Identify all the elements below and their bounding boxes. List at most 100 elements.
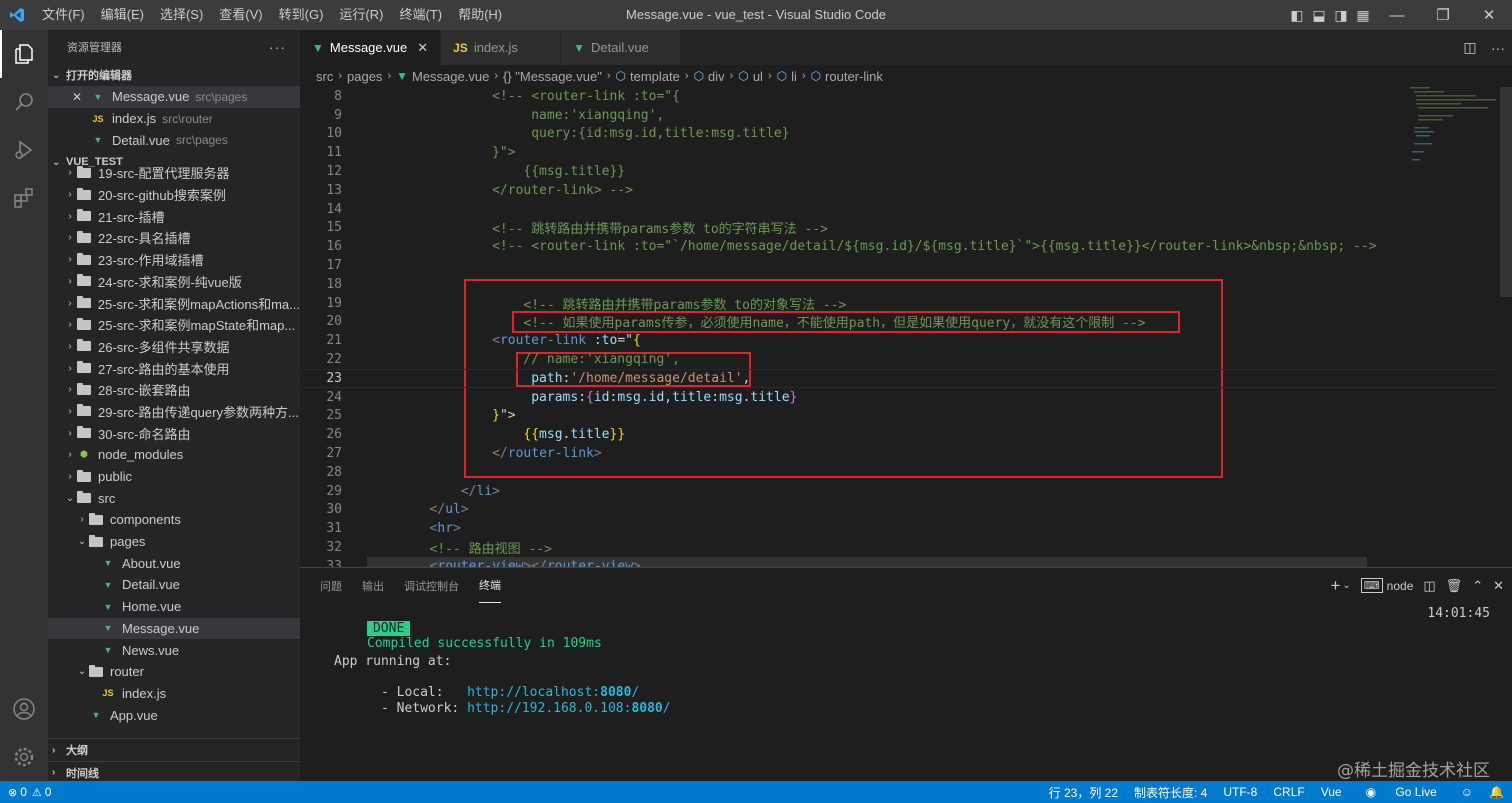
close-tab-icon[interactable]: ✕	[417, 40, 428, 56]
code-line[interactable]: 29 </li>	[300, 482, 1500, 501]
tree-item[interactable]: ▼ Message.vue	[48, 617, 300, 640]
tree-item[interactable]: › 24-src-求和案例-纯vue版	[48, 271, 300, 293]
code-line[interactable]: 28	[300, 463, 1500, 482]
feedback-icon[interactable]: ☺	[1461, 785, 1473, 799]
accounts-icon[interactable]	[0, 685, 48, 733]
menu-item-7[interactable]: 帮助(H)	[450, 0, 510, 30]
breadcrumb-item[interactable]: ul	[753, 69, 763, 84]
maximize-panel-icon[interactable]: ⌃	[1472, 578, 1483, 594]
code-line[interactable]: 25}">	[300, 407, 1500, 426]
chevron-down-icon[interactable]: ⌄	[1342, 580, 1350, 591]
tree-item[interactable]: ⌄ router	[48, 661, 300, 683]
breadcrumb-item[interactable]: template	[630, 69, 680, 84]
panel-tab-1[interactable]: 输出	[362, 568, 384, 603]
toggle-sidebar-icon[interactable]: ◧	[1286, 0, 1308, 30]
code-line[interactable]: 10 query:{id:msg.id,title:msg.title}	[300, 125, 1500, 144]
network-url[interactable]: http://192.168.0.108:	[467, 701, 631, 716]
split-terminal-icon[interactable]: ◫	[1423, 578, 1435, 594]
tree-item[interactable]: JSmain.js	[48, 726, 300, 729]
tab-message-vue[interactable]: ▼ Message.vue ✕	[300, 30, 442, 65]
tree-item[interactable]: › 23-src-作用域插槽	[48, 249, 300, 271]
more-actions-icon[interactable]: ···	[269, 39, 286, 55]
menu-item-6[interactable]: 终端(T)	[391, 0, 450, 30]
timeline-header[interactable]: › 时间线	[48, 761, 300, 781]
language-mode[interactable]: Vue	[1321, 785, 1342, 799]
breadcrumb-item[interactable]: pages	[347, 69, 382, 84]
go-live-button[interactable]: ◉ Go Live	[1358, 785, 1445, 799]
toggle-panel-icon[interactable]: ⬓	[1308, 0, 1330, 30]
tree-item[interactable]: ▼ News.vue	[48, 639, 300, 661]
breadcrumb-item[interactable]: {} "Message.vue"	[503, 69, 602, 84]
tree-item[interactable]: › 30-src-命名路由	[48, 422, 300, 444]
panel-tab-3[interactable]: 终端	[479, 568, 501, 603]
tree-item[interactable]: › ⬢ node_modules	[48, 444, 300, 466]
notifications-bell-icon[interactable]: 🔔	[1489, 785, 1504, 799]
search-icon[interactable]	[0, 78, 48, 126]
code-line[interactable]: 23 path:'/home/message/detail',	[300, 369, 1500, 388]
network-port[interactable]: 8080	[631, 701, 662, 716]
menu-item-4[interactable]: 转到(G)	[271, 0, 332, 30]
encoding[interactable]: UTF-8	[1223, 785, 1257, 799]
more-actions-icon[interactable]: ···	[1484, 40, 1512, 56]
restore-button[interactable]: ❐	[1420, 0, 1466, 30]
menu-item-2[interactable]: 选择(S)	[152, 0, 211, 30]
eol[interactable]: CRLF	[1273, 785, 1304, 799]
outline-header[interactable]: › 大纲	[48, 739, 300, 761]
menu-item-1[interactable]: 编辑(E)	[93, 0, 152, 30]
close-icon[interactable]: ✕	[72, 90, 90, 104]
code-line[interactable]: 15 <!-- 跳转路由并携带params参数 to的字符串写法 -->	[300, 219, 1500, 237]
open-editor-item[interactable]: ▼ Detail.vue src\pages	[48, 129, 300, 151]
menu-item-3[interactable]: 查看(V)	[211, 0, 270, 30]
code-line[interactable]: 13 </router-link> -->	[300, 181, 1500, 200]
tree-item[interactable]: › 20-src-github搜索案例	[48, 184, 300, 206]
tree-item[interactable]: › 21-src-插槽	[48, 205, 300, 227]
customize-layout-icon[interactable]: ▦	[1352, 0, 1374, 30]
tree-item[interactable]: JS index.js	[48, 683, 300, 705]
code-line[interactable]: 21 <router-link :to="{	[300, 331, 1500, 350]
panel-tab-0[interactable]: 问题	[320, 568, 342, 603]
breadcrumb-item[interactable]: Message.vue	[412, 69, 489, 84]
tree-item[interactable]: › 29-src-路由传递query参数两种方...	[48, 401, 300, 423]
code-line[interactable]: 22 // name:'xiangqing',	[300, 350, 1500, 369]
code-line[interactable]: 17	[300, 256, 1500, 275]
minimize-button[interactable]: —	[1374, 0, 1420, 30]
code-line[interactable]: 24 params:{id:msg.id,title:msg.title}	[300, 388, 1500, 407]
menu-item-5[interactable]: 运行(R)	[331, 0, 391, 30]
settings-gear-icon[interactable]	[0, 733, 48, 781]
code-line[interactable]: 33 <router-view></router-view>	[300, 557, 1500, 567]
tree-item[interactable]: › 25-src-求和案例mapActions和ma...	[48, 292, 300, 314]
tab-size[interactable]: 制表符长度: 4	[1134, 784, 1207, 801]
code-line[interactable]: 26 {{msg.title}}	[300, 425, 1500, 444]
problems-status[interactable]: ⊗ 0 ⚠ 0	[0, 785, 51, 799]
breadcrumb-item[interactable]: src	[316, 69, 333, 84]
tree-item[interactable]: ▼ About.vue	[48, 552, 300, 574]
tree-item[interactable]: › 25-src-求和案例mapState和map...	[48, 314, 300, 336]
code-line[interactable]: 14	[300, 200, 1500, 219]
breadcrumb-item[interactable]: li	[791, 69, 797, 84]
tree-item[interactable]: › public	[48, 466, 300, 488]
code-line[interactable]: 8 <!-- <router-link :to="{	[300, 87, 1500, 106]
extensions-icon[interactable]	[0, 174, 48, 222]
tree-item[interactable]: › components	[48, 509, 300, 531]
shell-name[interactable]: node	[1387, 579, 1414, 593]
tree-item[interactable]: › 26-src-多组件共享数据	[48, 336, 300, 358]
trash-icon[interactable]: 🗑	[1446, 578, 1463, 594]
cursor-position[interactable]: 行 23，列 22	[1049, 784, 1118, 801]
breadcrumb-item[interactable]: router-link	[825, 69, 883, 84]
vertical-scrollbar[interactable]	[1500, 87, 1512, 297]
new-terminal-icon[interactable]: +	[1330, 576, 1340, 596]
code-line[interactable]: 19 <!-- 跳转路由并携带params参数 to的对象写法 -->	[300, 294, 1500, 313]
code-line[interactable]: 31 <hr>	[300, 519, 1500, 538]
code-line[interactable]: 27 </router-link>	[300, 444, 1500, 463]
close-window-button[interactable]: ✕	[1466, 0, 1512, 30]
code-line[interactable]: 32 <!-- 路由视图 -->	[300, 538, 1500, 557]
explorer-icon[interactable]	[0, 30, 48, 78]
breadcrumb-item[interactable]: div	[708, 69, 725, 84]
tree-item[interactable]: › 28-src-嵌套路由	[48, 379, 300, 401]
run-debug-icon[interactable]	[0, 126, 48, 174]
code-editor[interactable]: 8 <!-- <router-link :to="{9 name:'xiangqin…	[300, 87, 1512, 567]
tree-item[interactable]: ▼ Detail.vue	[48, 574, 300, 596]
split-editor-icon[interactable]: ◫	[1456, 39, 1484, 56]
code-line[interactable]: 20 <!-- 如果使用params传参，必须使用name，不能使用path，但是…	[300, 313, 1500, 331]
tree-item[interactable]: › 22-src-具名插槽	[48, 227, 300, 249]
